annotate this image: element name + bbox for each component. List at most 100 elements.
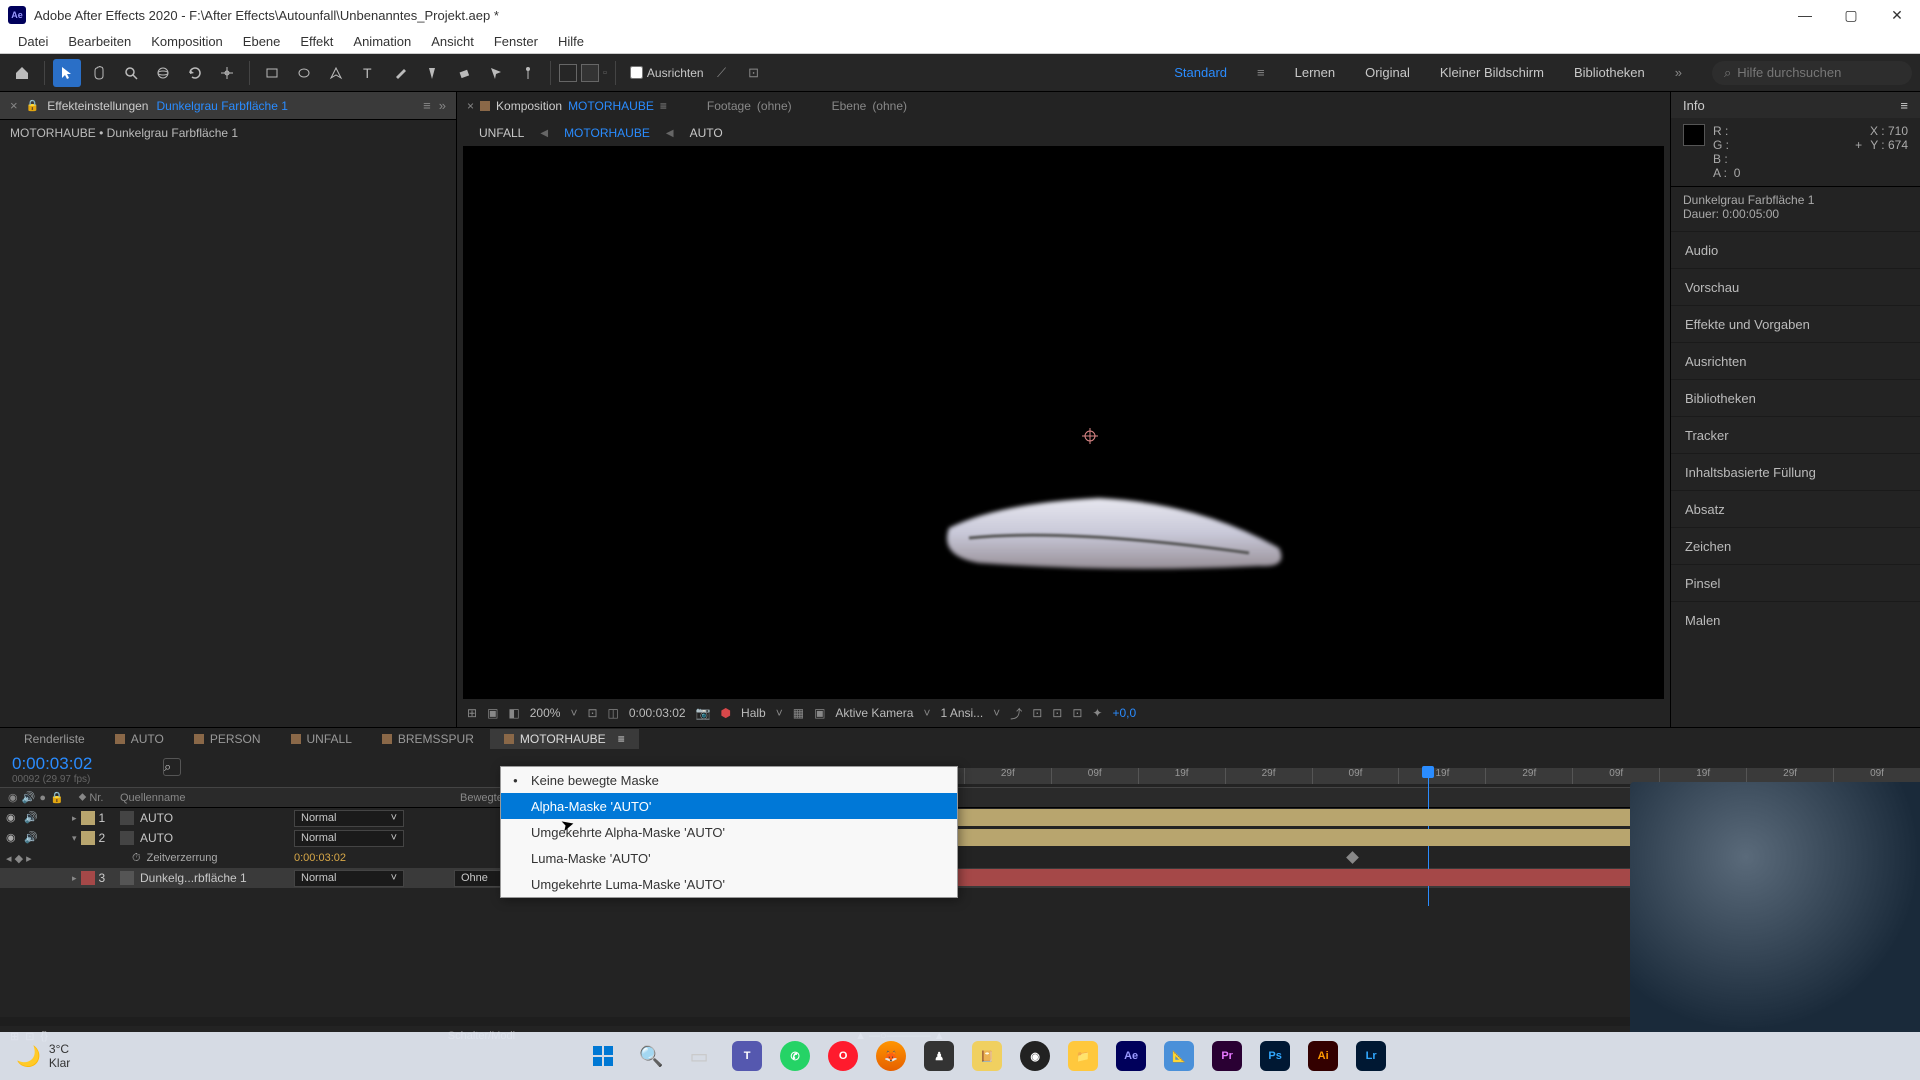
grid-icon[interactable]: ⊡	[740, 59, 768, 87]
whatsapp-icon[interactable]: ✆	[775, 1036, 815, 1076]
zoom-value[interactable]: 200%	[530, 706, 561, 720]
region-icon[interactable]: ◫	[608, 706, 619, 720]
panel-pinsel[interactable]: Pinsel	[1671, 564, 1920, 601]
viewer-tab-ebene[interactable]: Ebene (ohne)	[832, 99, 907, 113]
pen-tool[interactable]	[322, 59, 350, 87]
panel-ausrichten[interactable]: Ausrichten	[1671, 342, 1920, 379]
workspace-bibliotheken[interactable]: Bibliotheken	[1574, 65, 1645, 80]
app-icon[interactable]: 📔	[967, 1036, 1007, 1076]
viewer-canvas[interactable]	[463, 146, 1664, 699]
current-time[interactable]: 0:00:03:02	[629, 706, 686, 720]
menu-komposition[interactable]: Komposition	[141, 32, 233, 51]
mode-select[interactable]: Normal˅	[294, 870, 404, 887]
close-icon[interactable]: ×	[10, 98, 18, 113]
info-panel-header[interactable]: Info ≡	[1671, 92, 1920, 118]
menu-item-alpha[interactable]: Alpha-Maske 'AUTO'	[501, 793, 957, 819]
snapshot-icon[interactable]: 📷	[696, 706, 711, 720]
channel-icon[interactable]: ◧	[508, 706, 519, 720]
opera-icon[interactable]: O	[823, 1036, 863, 1076]
rotate-tool[interactable]	[181, 59, 209, 87]
app-icon[interactable]: 📐	[1159, 1036, 1199, 1076]
selection-tool[interactable]	[53, 59, 81, 87]
teams-icon[interactable]: T	[727, 1036, 767, 1076]
workspace-original[interactable]: Original	[1365, 65, 1410, 80]
panel-absatz[interactable]: Absatz	[1671, 490, 1920, 527]
menu-datei[interactable]: Datei	[8, 32, 58, 51]
panel-malen[interactable]: Malen	[1671, 601, 1920, 638]
tab-auto[interactable]: AUTO	[101, 729, 178, 749]
anchor-tool[interactable]	[213, 59, 241, 87]
breadcrumb-motorhaube[interactable]: MOTORHAUBE	[564, 126, 650, 140]
photoshop-icon[interactable]: Ps	[1255, 1036, 1295, 1076]
views-select[interactable]: 1 Ansi...	[940, 706, 983, 720]
panel-bibliotheken[interactable]: Bibliotheken	[1671, 379, 1920, 416]
breadcrumb-auto[interactable]: AUTO	[690, 126, 723, 140]
panel-tracker[interactable]: Tracker	[1671, 416, 1920, 453]
close-icon[interactable]: ×	[467, 99, 474, 113]
search-button[interactable]: 🔍	[631, 1036, 671, 1076]
obs-icon[interactable]: ◉	[1015, 1036, 1055, 1076]
menu-bearbeiten[interactable]: Bearbeiten	[58, 32, 141, 51]
close-button[interactable]: ✕	[1874, 0, 1920, 30]
tab-motorhaube[interactable]: MOTORHAUBE≡	[490, 729, 639, 749]
menu-ebene[interactable]: Ebene	[233, 32, 291, 51]
timeline-search[interactable]: ⌕	[155, 750, 500, 787]
panel-zeichen[interactable]: Zeichen	[1671, 527, 1920, 564]
tab-bremsspur[interactable]: BREMSSPUR	[368, 729, 488, 749]
menu-effekt[interactable]: Effekt	[290, 32, 343, 51]
effect-tab[interactable]: × 🔒 Effekteinstellungen Dunkelgrau Farbf…	[0, 92, 456, 120]
workspace-kleiner[interactable]: Kleiner Bildschirm	[1440, 65, 1544, 80]
rectangle-tool[interactable]	[258, 59, 286, 87]
grid-icon[interactable]: ⊞	[467, 706, 477, 720]
brush-tool[interactable]	[386, 59, 414, 87]
menu-animation[interactable]: Animation	[343, 32, 421, 51]
maximize-button[interactable]: ▢	[1828, 0, 1874, 30]
roto-tool[interactable]	[482, 59, 510, 87]
illustrator-icon[interactable]: Ai	[1303, 1036, 1343, 1076]
zoom-tool[interactable]	[117, 59, 145, 87]
tab-person[interactable]: PERSON	[180, 729, 275, 749]
exposure[interactable]: +0,0	[1112, 706, 1136, 720]
lock-icon[interactable]: 🔒	[26, 99, 40, 112]
explorer-icon[interactable]: 📁	[1063, 1036, 1103, 1076]
panel-inhaltsbasierte[interactable]: Inhaltsbasierte Füllung	[1671, 453, 1920, 490]
aftereffects-icon[interactable]: Ae	[1111, 1036, 1151, 1076]
color-icon[interactable]: ⬢	[721, 706, 731, 720]
menu-hilfe[interactable]: Hilfe	[548, 32, 594, 51]
puppet-tool[interactable]	[514, 59, 542, 87]
mode-select[interactable]: Normal˅	[294, 810, 404, 827]
menu-fenster[interactable]: Fenster	[484, 32, 548, 51]
lightroom-icon[interactable]: Lr	[1351, 1036, 1391, 1076]
snap-icon[interactable]: ⟋	[708, 59, 736, 87]
clone-tool[interactable]	[418, 59, 446, 87]
taskview-button[interactable]: ▭	[679, 1036, 719, 1076]
help-search[interactable]: ⌕ Hilfe durchsuchen	[1712, 61, 1912, 85]
resolution[interactable]: Halb	[741, 706, 766, 720]
workspace-lernen[interactable]: Lernen	[1295, 65, 1335, 80]
camera-select[interactable]: Aktive Kamera	[835, 706, 913, 720]
align-checkbox[interactable]	[630, 66, 643, 79]
tab-unfall[interactable]: UNFALL	[277, 729, 366, 749]
ellipse-tool[interactable]	[290, 59, 318, 87]
panel-effekte[interactable]: Effekte und Vorgaben	[1671, 305, 1920, 342]
menu-item-luma-inverted[interactable]: Umgekehrte Luma-Maske 'AUTO'	[501, 871, 957, 897]
premiere-icon[interactable]: Pr	[1207, 1036, 1247, 1076]
eraser-tool[interactable]	[450, 59, 478, 87]
breadcrumb-unfall[interactable]: UNFALL	[479, 126, 524, 140]
hand-tool[interactable]	[85, 59, 113, 87]
workspace-standard[interactable]: Standard	[1174, 65, 1227, 80]
menu-item-none[interactable]: ●Keine bewegte Maske	[501, 767, 957, 793]
panel-vorschau[interactable]: Vorschau	[1671, 268, 1920, 305]
menu-item-alpha-inverted[interactable]: Umgekehrte Alpha-Maske 'AUTO'	[501, 819, 957, 845]
start-button[interactable]	[583, 1036, 623, 1076]
swatch-stroke[interactable]	[559, 64, 577, 82]
share-icon[interactable]: ⤴	[1010, 705, 1022, 722]
menu-ansicht[interactable]: Ansicht	[421, 32, 484, 51]
transparency-icon[interactable]: ▦	[793, 706, 804, 720]
home-button[interactable]	[8, 59, 36, 87]
orbit-tool[interactable]	[149, 59, 177, 87]
swatch-fill[interactable]	[581, 64, 599, 82]
dropdown-icon[interactable]: ˅	[570, 706, 577, 720]
panel-audio[interactable]: Audio	[1671, 231, 1920, 268]
mask-icon[interactable]: ▣	[487, 706, 498, 720]
